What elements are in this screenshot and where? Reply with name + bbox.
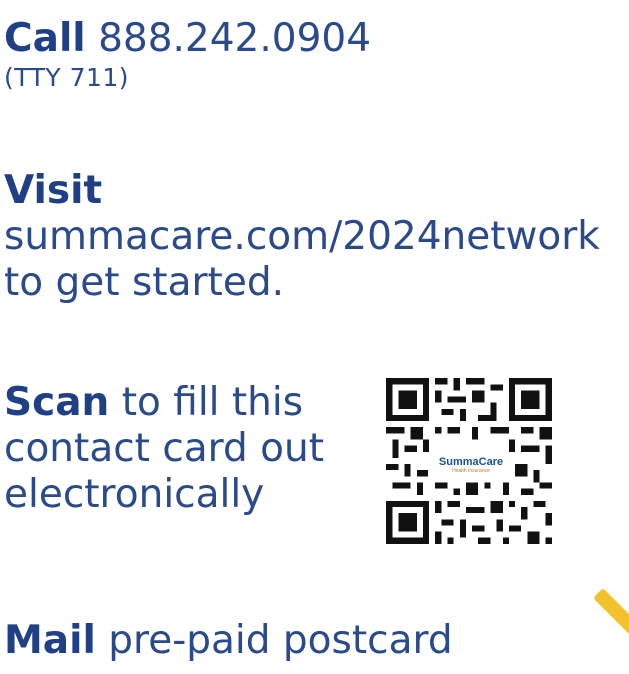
call-section: Call 888.242.0904 (TTY 711) <box>4 16 371 94</box>
qr-code[interactable]: SummaCare Health Insurance <box>380 372 558 550</box>
scan-line-3: electronically <box>4 472 265 517</box>
phone-number[interactable]: 888.242.0904 <box>98 16 371 61</box>
mail-rest: pre-paid postcard <box>108 618 453 663</box>
call-line: Call 888.242.0904 <box>4 16 371 62</box>
qr-sub: Health Insurance <box>452 468 490 474</box>
tty-number: (TTY 711) <box>4 63 130 92</box>
scan-line-1-rest: to fill this <box>121 380 304 425</box>
call-label: Call <box>4 16 86 61</box>
mail-label: Mail <box>4 618 96 663</box>
mail-line: Mail pre-paid postcard <box>4 618 453 664</box>
visit-tail: to get started. <box>4 260 284 305</box>
scan-line-2: contact card out <box>4 426 325 471</box>
qr-brand: SummaCare <box>438 456 504 468</box>
qr-logo: SummaCare Health Insurance <box>428 452 514 478</box>
accent-stripe <box>593 588 629 641</box>
scan-label: Scan <box>4 380 110 425</box>
scan-line-1: Scan to fill this <box>4 380 324 426</box>
visit-section: Visit summacare.com/2024network to get s… <box>4 168 600 306</box>
scan-section: Scan to fill this contact card out elect… <box>4 380 324 518</box>
visit-label: Visit <box>4 168 103 213</box>
visit-url[interactable]: summacare.com/2024network <box>4 214 600 260</box>
mail-section: Mail pre-paid postcard <box>4 618 453 664</box>
